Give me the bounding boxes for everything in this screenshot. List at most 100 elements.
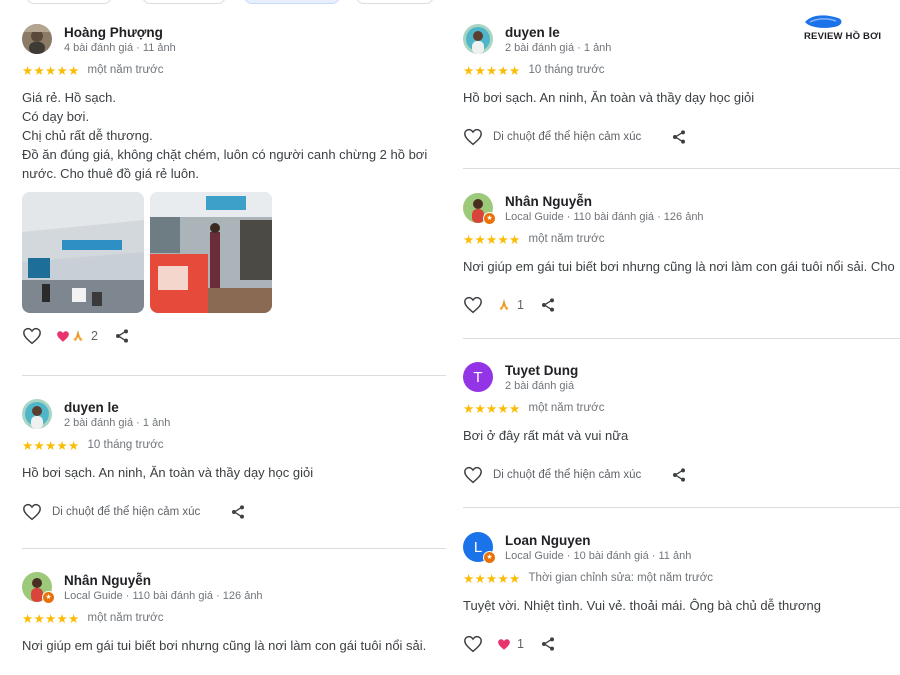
review-time: 10 tháng trước (528, 64, 605, 76)
reviewer-name[interactable]: Loan Nguyen (505, 532, 691, 549)
reviewer-name[interactable]: Hoàng Phượng (64, 24, 176, 41)
reaction-hint: Di chuột để thể hiện cảm xúc (493, 131, 642, 143)
like-heart-icon[interactable] (463, 128, 483, 146)
review-time: một năm trước (87, 64, 164, 76)
avatar[interactable]: ★ (463, 193, 496, 225)
review-text: Nơi giúp em gái tui biết bơi nhưng cũng … (463, 257, 900, 276)
reaction-hint: Di chuột để thể hiện cảm xúc (52, 506, 201, 518)
review-line: Giá rẻ. Hồ sạch. (22, 90, 116, 105)
reaction-count: 2 (91, 329, 98, 343)
reviews-right-column: duyen le 2 bài đánh giá · 1 ảnh ★★★★★ 10… (463, 0, 900, 675)
like-heart-icon[interactable] (463, 296, 483, 314)
review-line: Bơi ở đây rất mát và vui nữa (463, 428, 629, 443)
review-time: một năm trước (528, 233, 605, 245)
review-line: Nơi giúp em gái tui biết bơi nhưng cũng … (22, 638, 427, 653)
like-heart-icon[interactable] (22, 503, 42, 521)
avatar[interactable] (22, 399, 52, 429)
review-line: Tuyệt vời. Nhiệt tình. Vui vẻ. thoải mái… (463, 598, 821, 613)
share-icon[interactable] (230, 504, 246, 520)
star-rating: ★★★★★ (463, 232, 521, 247)
share-icon[interactable] (671, 129, 687, 145)
avatar-letter: T (463, 362, 493, 392)
review-line: Đồ ăn đúng giá, không chặt chém, luôn có… (22, 147, 428, 162)
filter-chip-4[interactable] (356, 0, 434, 4)
review-card: ★ Nhân Nguyễn Local Guide · 110 bài đánh… (463, 191, 900, 316)
reaction-count: 1 (517, 298, 524, 312)
review-line: Hồ bơi sạch. An ninh, Ăn toàn và thầy dạ… (463, 90, 755, 105)
reaction-summary[interactable]: 2 (56, 329, 98, 343)
review-time: một năm trước (528, 402, 605, 414)
pray-icon (499, 299, 509, 311)
filter-chip-1[interactable] (26, 0, 112, 4)
reviewer-meta: Local Guide · 10 bài đánh giá · 11 ảnh (505, 549, 692, 562)
avatar[interactable] (463, 24, 493, 54)
reaction-summary[interactable]: 1 (497, 298, 524, 312)
star-rating: ★★★★★ (463, 63, 521, 78)
like-heart-icon[interactable] (463, 635, 483, 653)
star-rating: ★★★★★ (22, 438, 80, 453)
avatar[interactable]: L ★ (463, 532, 496, 564)
share-icon[interactable] (671, 467, 687, 483)
reaction-summary[interactable]: 1 (497, 637, 524, 651)
reviewer-name[interactable]: duyen le (64, 399, 170, 416)
review-time: một năm trước (87, 612, 164, 624)
local-guide-badge-icon: ★ (42, 591, 55, 604)
reviewer-name[interactable]: duyen le (505, 24, 611, 41)
reviewer-name[interactable]: Nhân Nguyễn (64, 572, 263, 589)
star-rating: ★★★★★ (463, 401, 521, 416)
reaction-count: 1 (517, 637, 524, 651)
heart-icon (57, 330, 69, 342)
reviewer-name[interactable]: Tuyet Dung (505, 362, 578, 379)
review-card: duyen le 2 bài đánh giá · 1 ảnh ★★★★★ 10… (463, 22, 900, 148)
filter-chip-3[interactable] (244, 0, 340, 4)
review-text: Bơi ở đây rất mát và vui nữa (463, 426, 900, 445)
share-icon[interactable] (540, 297, 556, 313)
star-rating: ★★★★★ (463, 571, 521, 586)
reviewer-meta: 2 bài đánh giá · 1 ảnh (505, 41, 612, 54)
snack-counter-photo[interactable] (150, 192, 272, 313)
share-icon[interactable] (114, 328, 130, 344)
share-icon[interactable] (540, 636, 556, 652)
avatar[interactable]: T (463, 362, 493, 392)
review-time: 10 tháng trước (87, 439, 164, 451)
review-line: Hồ bơi sạch. An ninh, Ăn toàn và thầy dạ… (22, 465, 314, 480)
reviewer-meta: 2 bài đánh giá (505, 379, 575, 392)
review-line: nước. Cho thuê đồ giá rẻ luôn. (22, 166, 199, 181)
like-heart-icon[interactable] (22, 327, 42, 345)
avatar[interactable]: ★ (22, 572, 55, 604)
local-guide-badge-icon: ★ (483, 551, 496, 564)
review-divider (463, 338, 900, 339)
review-text: Nơi giúp em gái tui biết bơi nhưng cũng … (22, 636, 446, 655)
reviewer-name[interactable]: Nhân Nguyễn (505, 193, 704, 210)
avatar[interactable] (22, 24, 52, 54)
heart-icon (498, 638, 510, 650)
review-card: duyen le 2 bài đánh giá · 1 ảnh ★★★★★ 10… (22, 397, 446, 523)
reviewer-meta: 4 bài đánh giá · 11 ảnh (64, 41, 176, 54)
filter-chip-2[interactable] (142, 0, 226, 4)
review-line: Chị chủ rất dễ thương. (22, 128, 153, 143)
review-card: L ★ Loan Nguyen Local Guide · 10 bài đán… (463, 530, 900, 655)
review-card: ★ Nhân Nguyễn Local Guide · 110 bài đánh… (22, 570, 446, 655)
local-guide-badge-icon: ★ (483, 212, 496, 225)
review-divider (22, 375, 446, 376)
review-card: Hoàng Phượng 4 bài đánh giá · 11 ảnh ★★★… (22, 22, 446, 347)
review-text: Tuyệt vời. Nhiệt tình. Vui vẻ. thoải mái… (463, 596, 900, 615)
review-line: Nơi giúp em gái tui biết bơi nhưng cũng … (463, 259, 895, 274)
review-text: Giá rẻ. Hồ sạch. Có dạy bơi. Chị chủ rất… (22, 88, 446, 183)
review-divider (463, 168, 900, 169)
reaction-hint: Di chuột để thể hiện cảm xúc (493, 469, 642, 481)
star-rating: ★★★★★ (22, 63, 80, 78)
review-divider (463, 507, 900, 508)
review-divider (22, 548, 446, 549)
review-text: Hồ bơi sạch. An ninh, Ăn toàn và thầy dạ… (463, 88, 900, 107)
reviewer-meta: Local Guide · 110 bài đánh giá · 126 ảnh (505, 210, 704, 223)
reviewer-meta: Local Guide · 110 bài đánh giá · 126 ảnh (64, 589, 263, 602)
reviewer-meta: 2 bài đánh giá · 1 ảnh (64, 416, 171, 429)
review-text: Hồ bơi sạch. An ninh, Ăn toàn và thầy dạ… (22, 463, 446, 482)
review-time: Thời gian chỉnh sửa: một năm trước (528, 572, 714, 584)
star-rating: ★★★★★ (22, 611, 80, 626)
pray-icon (73, 330, 83, 342)
like-heart-icon[interactable] (463, 466, 483, 484)
review-card: T Tuyet Dung 2 bài đánh giá ★★★★★ một nă… (463, 360, 900, 486)
pool-hall-photo[interactable] (22, 192, 144, 313)
